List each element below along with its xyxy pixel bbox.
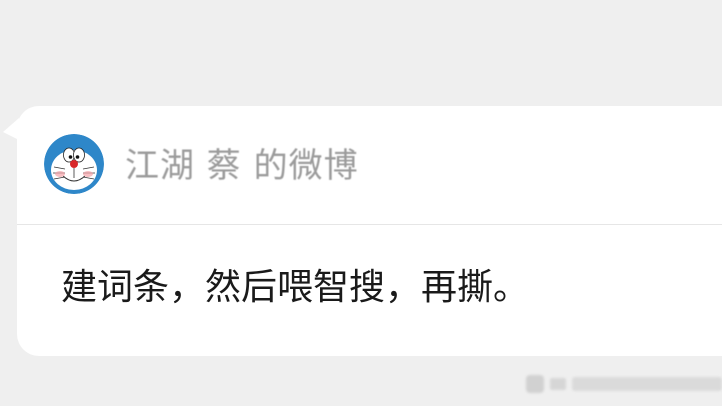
source-account-name[interactable]: 江湖 蔡 的微博 <box>125 146 359 186</box>
doraemon-avatar-icon[interactable] <box>44 134 104 194</box>
message-text: 建词条，然后喂智搜，再撕。 <box>61 267 530 308</box>
card-divider <box>17 224 722 225</box>
share-source-header[interactable]: 江湖 蔡 的微博 <box>17 106 722 224</box>
shared-weibo-card[interactable]: 江湖 蔡 的微博 建词条，然后喂智搜，再撕。 <box>17 106 722 356</box>
watermark-image <box>526 372 722 396</box>
